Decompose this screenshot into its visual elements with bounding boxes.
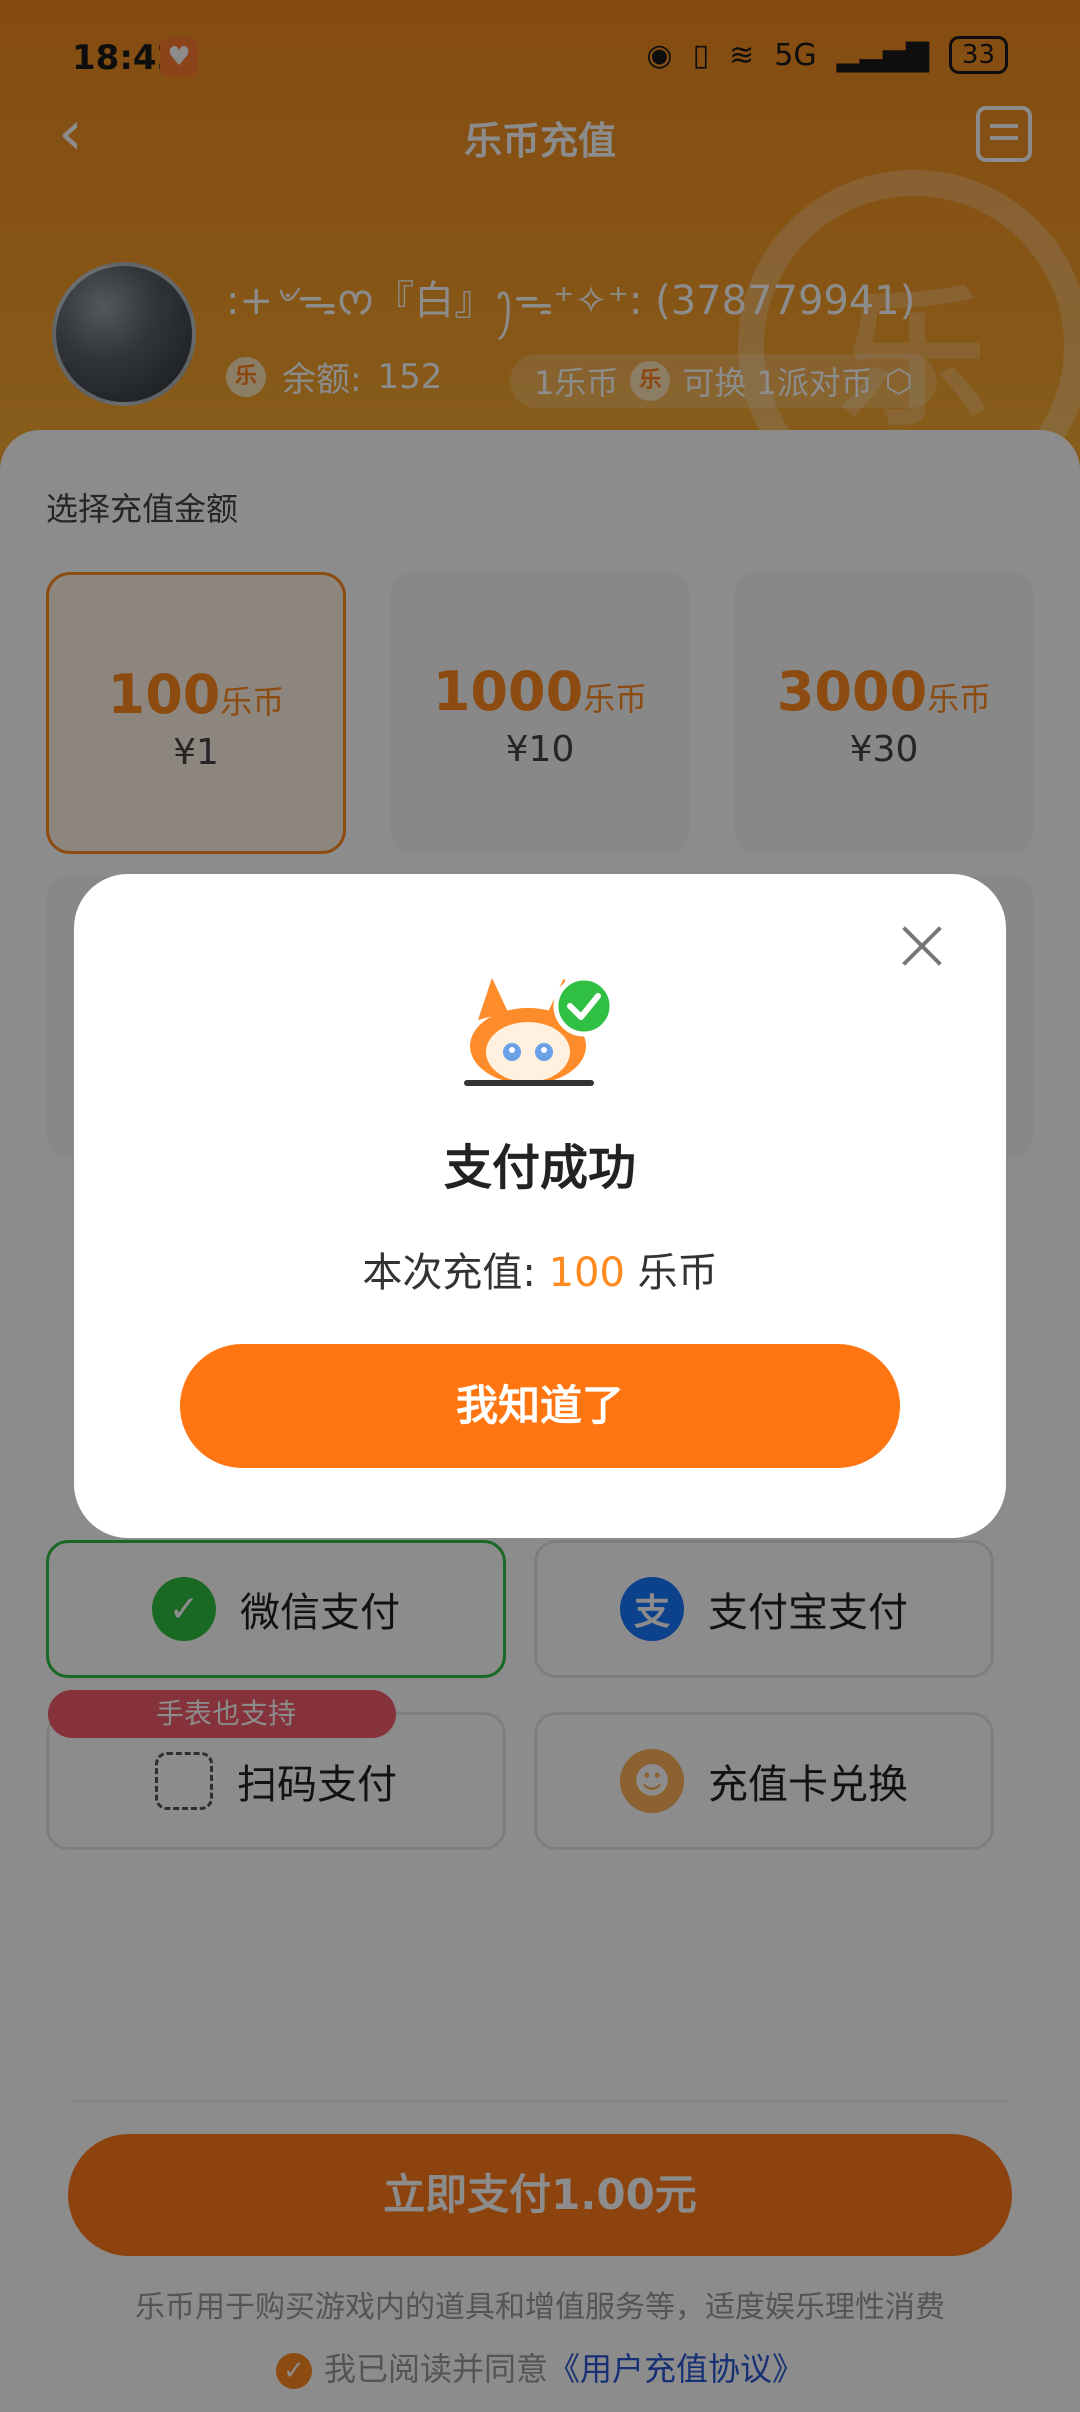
modal-subtitle: 本次充值: 100 乐币 — [362, 1250, 718, 1296]
close-icon[interactable] — [896, 920, 948, 972]
modal-title: 支付成功 — [443, 1140, 636, 1196]
got-it-button[interactable]: 我知道了 — [180, 1344, 900, 1468]
mascot-success-icon — [464, 975, 615, 1086]
success-modal: 支付成功 本次充值: 100 乐币 我知道了 — [74, 874, 1006, 1538]
